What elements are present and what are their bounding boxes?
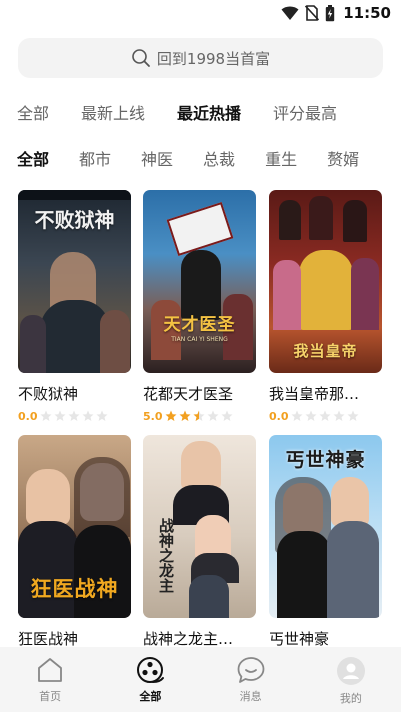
star-rating — [40, 410, 108, 422]
rating-row: 0.0 — [18, 409, 131, 423]
genre-tab-ceo[interactable]: 总裁 — [203, 146, 235, 172]
nav-profile-label: 我的 — [339, 692, 362, 705]
rating-value: 0.0 — [18, 409, 38, 423]
star-empty-icon — [291, 410, 303, 421]
sort-tabs: 全部 最新上线 最近热播 评分最高 — [17, 100, 369, 126]
poster-title: 狂医战神 — [30, 577, 119, 601]
star-empty-icon — [82, 410, 94, 421]
genre-tab-son-in-law[interactable]: 赘婿 — [327, 146, 359, 172]
nav-messages-label: 消息 — [239, 690, 262, 703]
drama-title: 狂医战神 — [18, 630, 79, 648]
sort-tab-newest[interactable]: 最新上线 — [81, 100, 145, 126]
nav-profile[interactable]: 我的 — [301, 647, 401, 712]
drama-poster[interactable]: 战神之龙主 — [143, 435, 256, 618]
sort-tab-all[interactable]: 全部 — [17, 100, 49, 126]
profile-avatar-icon — [336, 657, 365, 685]
drama-card[interactable]: 我当皇帝 我当皇帝那… 0.0 — [269, 190, 382, 423]
star-empty-icon — [96, 410, 108, 421]
star-empty-icon — [319, 410, 331, 421]
drama-card[interactable]: 不败狱神 不败狱神 0.0 — [18, 190, 131, 423]
poster-title: 我当皇帝 — [293, 342, 358, 360]
nav-home-label: 首页 — [39, 690, 62, 703]
genre-tabs: 全部 都市 神医 总裁 重生 赘婿 — [17, 146, 401, 172]
genre-tab-rebirth[interactable]: 重生 — [265, 146, 297, 172]
sort-tab-trending[interactable]: 最近热播 — [177, 100, 241, 126]
genre-tab-all[interactable]: 全部 — [17, 146, 49, 172]
status-icons: 11:50 — [281, 4, 391, 22]
drama-title: 战神之龙主… — [143, 630, 234, 648]
nav-all[interactable]: 全部 — [100, 647, 200, 712]
drama-poster[interactable]: 不败狱神 — [18, 190, 131, 373]
poster-title: 丐世神豪 — [285, 449, 366, 471]
wifi-icon — [281, 6, 299, 20]
star-empty-icon — [347, 410, 359, 421]
drama-card[interactable]: 战神之龙主 战神之龙主… — [143, 435, 256, 649]
no-sim-icon — [305, 5, 320, 21]
drama-card[interactable]: 天才医圣 TIAN CAI YI SHENG 花都天才医圣 5.0 — [143, 190, 256, 423]
rating-row: 5.0 — [143, 409, 256, 423]
rating-row: 0.0 — [269, 409, 382, 423]
star-full-icon — [179, 410, 191, 421]
search-placeholder: 回到1998当首富 — [156, 49, 271, 68]
rating-value: 0.0 — [269, 409, 289, 423]
nav-home[interactable]: 首页 — [0, 647, 100, 712]
star-half-icon — [193, 410, 205, 421]
nav-messages[interactable]: 消息 — [201, 647, 301, 712]
drama-card[interactable]: 丐世神豪 丐世神豪 — [269, 435, 382, 649]
rating-value: 5.0 — [143, 409, 163, 423]
drama-poster[interactable]: 天才医圣 TIAN CAI YI SHENG — [143, 190, 256, 373]
poster-title: 战神之龙主 — [157, 517, 175, 593]
drama-title: 丐世神豪 — [269, 630, 330, 648]
star-full-icon — [165, 410, 177, 421]
genre-tab-urban[interactable]: 都市 — [79, 146, 111, 172]
battery-charging-icon — [326, 4, 335, 21]
poster-title: 天才医圣 — [163, 315, 236, 335]
poster-subtitle: TIAN CAI YI SHENG — [171, 336, 228, 343]
star-rating — [165, 410, 233, 422]
bottom-nav: 首页 全部 消息 我的 — [0, 647, 401, 712]
drama-poster[interactable]: 狂医战神 — [18, 435, 131, 618]
status-bar: 11:50 — [0, 0, 401, 28]
star-empty-icon — [305, 410, 317, 421]
star-rating — [291, 410, 359, 422]
drama-title: 花都天才医圣 — [143, 385, 234, 403]
drama-title: 我当皇帝那… — [269, 385, 360, 403]
search-icon — [132, 49, 150, 67]
star-empty-icon — [40, 410, 52, 421]
search-bar[interactable]: 回到1998当首富 — [18, 38, 383, 78]
star-empty-icon — [221, 410, 233, 421]
drama-title: 不败狱神 — [18, 385, 79, 403]
poster-title: 不败狱神 — [34, 208, 115, 232]
star-empty-icon — [68, 410, 80, 421]
message-bubble-icon — [237, 657, 265, 683]
drama-poster[interactable]: 我当皇帝 — [269, 190, 382, 373]
star-empty-icon — [207, 410, 219, 421]
drama-card[interactable]: 狂医战神 狂医战神 — [18, 435, 131, 649]
drama-poster[interactable]: 丐世神豪 — [269, 435, 382, 618]
genre-tab-doctor[interactable]: 神医 — [141, 146, 173, 172]
film-reel-icon — [137, 657, 165, 683]
star-empty-icon — [54, 410, 66, 421]
status-time: 11:50 — [343, 4, 391, 22]
home-icon — [38, 658, 63, 682]
nav-all-label: 全部 — [139, 690, 162, 703]
sort-tab-top-rated[interactable]: 评分最高 — [273, 100, 337, 126]
star-empty-icon — [333, 410, 345, 421]
